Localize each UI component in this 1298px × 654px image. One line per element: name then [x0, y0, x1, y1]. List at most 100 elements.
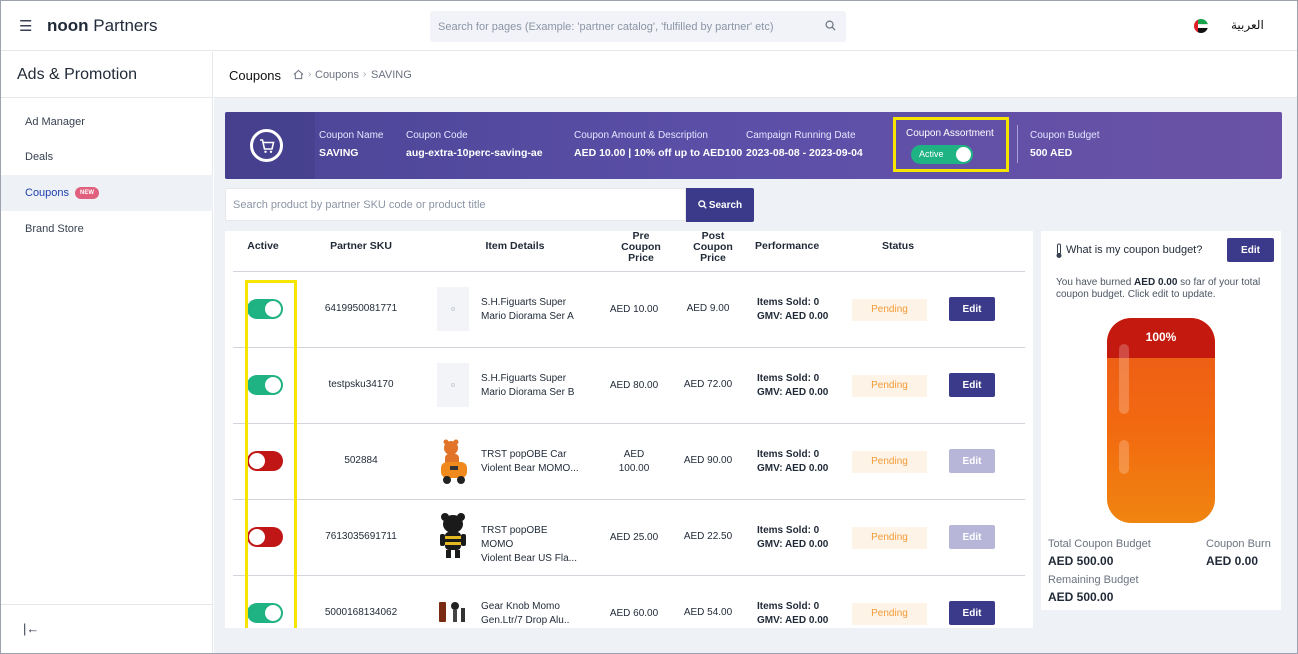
partner-sku: 7613035691711 — [325, 531, 397, 542]
partner-sku: 5000168134062 — [324, 607, 398, 618]
brand-logo[interactable]: noon Partners — [47, 16, 158, 36]
total-budget-value: AED 500.00 — [1048, 554, 1114, 568]
edit-button[interactable]: Edit — [949, 449, 995, 473]
edit-budget-button[interactable]: Edit — [1227, 238, 1274, 262]
edit-button[interactable]: Edit — [949, 601, 995, 625]
language-switch[interactable]: العربية — [1231, 18, 1264, 32]
coupon-summary-banner: Coupon Name SAVING Coupon Code aug-extra… — [225, 112, 1282, 179]
sidebar-item-deals[interactable]: Deals — [1, 139, 213, 175]
coupon-amount-field: Coupon Amount & Description AED 10.00 | … — [574, 130, 743, 159]
performance: Items Sold: 0 GMV: AED 0.00 — [757, 601, 829, 626]
header-pre-coupon-price: Pre Coupon Price — [621, 231, 661, 264]
table-row: 5000168134062 Gear Knob Momo Gen.Ltr/7 Dr… — [233, 576, 1025, 628]
search-button[interactable]: Search — [686, 188, 754, 222]
status-badge: Pending — [852, 451, 927, 473]
breadcrumb-separator: › — [363, 69, 367, 80]
post-coupon-price: AED 54.00 — [683, 607, 733, 618]
performance: Items Sold: 0 GMV: AED 0.00 — [757, 297, 829, 322]
product-image — [437, 287, 469, 331]
global-search — [430, 11, 846, 42]
pre-coupon-price: AED 60.00 — [609, 608, 659, 619]
table-row: 502884 TRST popOBE Car Violent Bear MOMO.… — [233, 424, 1025, 500]
global-search-input[interactable] — [430, 11, 810, 42]
post-coupon-price: AED 9.00 — [686, 303, 730, 314]
coupon-code-field: Coupon Code aug-extra-10perc-saving-ae — [406, 130, 543, 159]
home-icon[interactable] — [293, 69, 304, 80]
collapse-sidebar-icon[interactable]: |← — [23, 621, 39, 636]
campaign-date-field: Campaign Running Date 2023-08-08 - 2023-… — [746, 130, 863, 159]
coupon-assortment-label: Coupon Assortment — [906, 128, 994, 139]
breadcrumb-current: SAVING — [371, 69, 412, 81]
coupon-name: SAVING — [319, 147, 359, 159]
coupon-budget-card: What is my coupon budget? Edit You have … — [1041, 231, 1281, 610]
product-search-input[interactable] — [226, 189, 666, 220]
pre-coupon-price: AED 25.00 — [609, 532, 659, 543]
product-image — [437, 363, 469, 407]
item-title: S.H.Figuarts Super Mario Diorama Ser B — [481, 373, 575, 398]
total-budget-label: Total Coupon Budget — [1048, 538, 1151, 550]
coupon-code: aug-extra-10perc-saving-ae — [406, 147, 543, 159]
edit-button[interactable]: Edit — [949, 297, 995, 321]
item-title: S.H.Figuarts Super Mario Diorama Ser A — [481, 297, 574, 322]
product-search — [225, 188, 686, 221]
remaining-budget-label: Remaining Budget — [1048, 574, 1139, 586]
toggle-knob — [956, 147, 971, 162]
partner-sku: testpsku34170 — [328, 379, 394, 390]
edit-button[interactable]: Edit — [949, 525, 995, 549]
post-coupon-price: AED 90.00 — [683, 455, 733, 466]
breadcrumb-coupons[interactable]: Coupons — [315, 69, 359, 81]
search-icon — [698, 200, 707, 210]
sidebar-item-coupons[interactable]: Coupons NEW — [1, 175, 213, 211]
header-post-coupon-price: Post Coupon Price — [693, 231, 733, 264]
remaining-budget-value: AED 500.00 — [1048, 590, 1114, 604]
main-content: Coupons › Coupons › SAVING Coupon Name S… — [214, 52, 1297, 653]
campaign-date: 2023-08-08 - 2023-09-04 — [746, 147, 863, 159]
header-performance: Performance — [755, 240, 820, 252]
page-title: Coupons — [229, 68, 282, 83]
banner-divider — [1017, 125, 1018, 163]
post-coupon-price: AED 72.00 — [683, 379, 733, 390]
sidebar-title: Ads & Promotion — [17, 66, 138, 83]
thermometer-icon — [1056, 243, 1062, 258]
performance: Items Sold: 0 GMV: AED 0.00 — [757, 373, 829, 398]
budget-question: What is my coupon budget? — [1066, 244, 1203, 256]
header-partner-sku: Partner SKU — [330, 240, 392, 252]
item-title: TRST popOBE Car Violent Bear MOMO... — [481, 449, 579, 474]
item-title: TRST popOBE MOMO Violent Bear US Fla... — [481, 525, 577, 564]
coupon-assortment-toggle[interactable]: Active — [911, 145, 973, 164]
top-bar: ☰ noon Partners العربية — [1, 1, 1297, 51]
product-image — [440, 513, 466, 558]
breadcrumb: Coupons › Coupons › SAVING — [214, 52, 1297, 98]
header-active: Active — [247, 240, 279, 252]
header-item-details: Item Details — [485, 240, 545, 252]
coupon-burn-label: Coupon Burn — [1206, 538, 1271, 550]
partner-sku: 502884 — [344, 455, 378, 466]
coupon-cart-icon — [250, 129, 283, 162]
budget-gauge: 100% — [1107, 318, 1215, 523]
status-badge: Pending — [852, 603, 927, 625]
header-status: Status — [881, 240, 915, 252]
coupon-burn-value: AED 0.00 — [1206, 554, 1259, 568]
menu-icon[interactable]: ☰ — [19, 17, 32, 35]
status-badge: Pending — [852, 375, 927, 397]
table-row: testpsku34170 S.H.Figuarts Super Mario Di… — [233, 348, 1025, 424]
performance: Items Sold: 0 GMV: AED 0.00 — [757, 525, 829, 550]
status-badge: Pending — [852, 299, 927, 321]
active-column-highlight — [245, 280, 297, 628]
uae-flag-icon[interactable] — [1194, 19, 1208, 33]
product-image — [439, 602, 465, 622]
post-coupon-price: AED 22.50 — [683, 531, 733, 542]
budget-percent: 100% — [1145, 330, 1177, 344]
sidebar-divider — [1, 97, 213, 98]
search-icon[interactable] — [825, 20, 836, 31]
item-title: Gear Knob Momo Gen.Ltr/7 Drop Alu.. — [481, 601, 570, 626]
performance: Items Sold: 0 GMV: AED 0.00 — [757, 449, 829, 474]
table-row: 6419950081771 S.H.Figuarts Super Mario Di… — [233, 272, 1025, 348]
product-image — [441, 439, 467, 484]
status-badge: Pending — [852, 527, 927, 549]
new-badge: NEW — [75, 187, 100, 200]
edit-button[interactable]: Edit — [949, 373, 995, 397]
coupon-budget: 500 AED — [1030, 147, 1073, 159]
sidebar-item-brand-store[interactable]: Brand Store — [1, 211, 213, 247]
sidebar-item-ad-manager[interactable]: Ad Manager — [1, 104, 213, 140]
